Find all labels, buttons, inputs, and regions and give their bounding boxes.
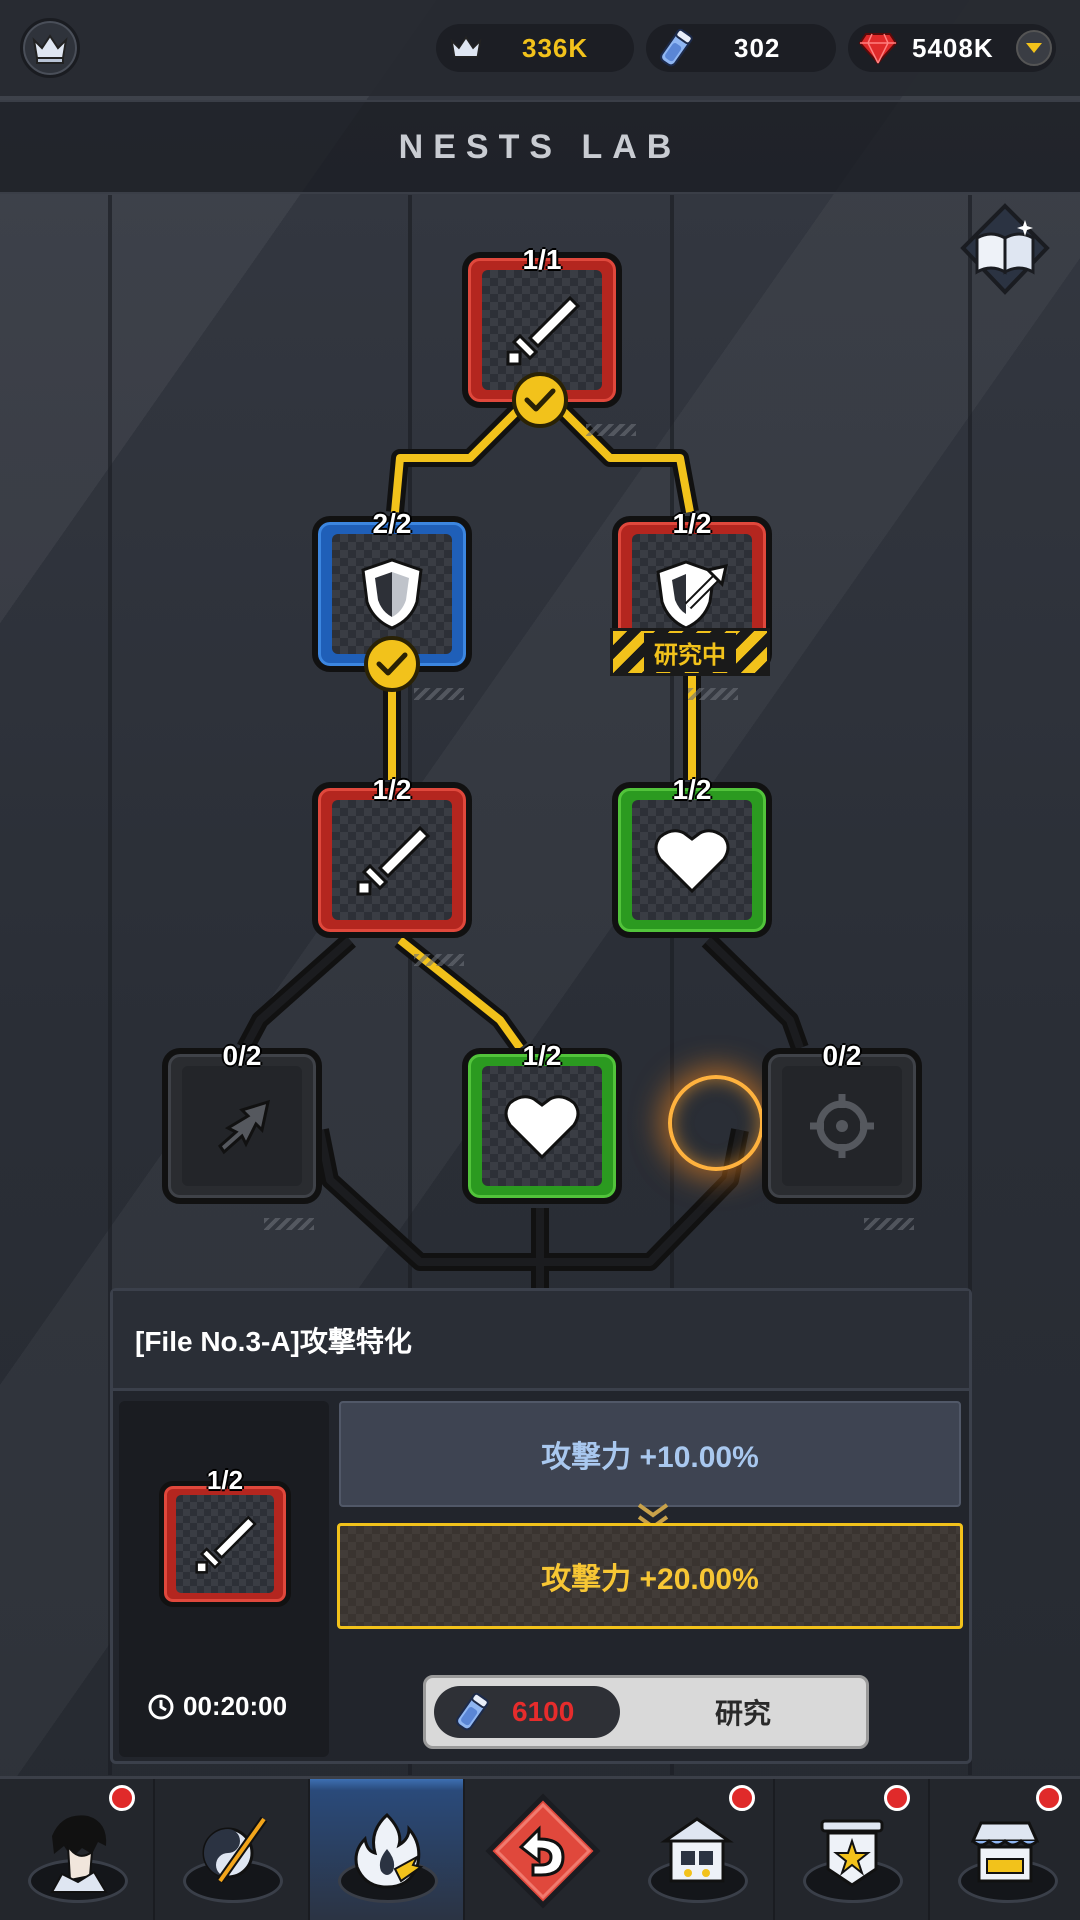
selection-glow: [668, 1075, 764, 1171]
crosshair-icon: [810, 1094, 874, 1158]
node-count: 0/2: [222, 1040, 262, 1071]
hatch-decoration: [414, 688, 464, 700]
hatch-decoration: [264, 1218, 314, 1230]
detail-title-bar: [File No.3-A]攻撃特化: [113, 1291, 969, 1391]
yin-yang-sword-icon: [202, 1816, 267, 1884]
node-count: 2/2: [372, 508, 412, 539]
tree-node[interactable]: 0/2: [162, 1040, 322, 1204]
heart-icon: [504, 1095, 580, 1160]
research-cost: 6100: [434, 1686, 620, 1738]
check-icon: [512, 372, 568, 428]
back-arrow-icon: [484, 1793, 601, 1909]
cost-value: 6100: [512, 1696, 575, 1727]
tree-node[interactable]: 1/2: [612, 774, 772, 938]
character-icon: [49, 1815, 108, 1893]
researching-label: 研究中: [644, 632, 736, 672]
notification-dot: [109, 1785, 135, 1811]
research-timer: 00:20:00: [147, 1691, 287, 1722]
shield-icon: [361, 558, 423, 630]
notification-dot: [1036, 1785, 1062, 1811]
heart-icon: [654, 829, 730, 894]
nav-building[interactable]: [620, 1779, 775, 1920]
node-count: 1/2: [372, 774, 412, 805]
shield-arrow-icon: [656, 560, 728, 630]
detail-panel: [File No.3-A]攻撃特化 1/2 00:20:00 攻撃力 +10.0…: [110, 1288, 972, 1764]
node-count: 0/2: [822, 1040, 862, 1071]
nav-skills[interactable]: [155, 1779, 310, 1920]
hatch-decoration: [864, 1218, 914, 1230]
detail-node-preview: 1/2 00:20:00: [119, 1401, 329, 1757]
clock-icon: [148, 1694, 174, 1719]
node-count: 1/2: [522, 1040, 562, 1071]
next-stat: 攻撃力 +20.00%: [337, 1523, 963, 1629]
tree-node[interactable]: 0/2: [762, 1040, 922, 1204]
sword-icon: [356, 825, 431, 896]
tree-node[interactable]: 1/2: [312, 774, 472, 938]
nav-rank[interactable]: [775, 1779, 930, 1920]
selected-node: 1/2: [159, 1465, 291, 1607]
ticket-vial-icon: [456, 1692, 489, 1731]
tree-node[interactable]: 1/2: [462, 1040, 622, 1204]
detail-title: [File No.3-A]攻撃特化: [135, 1325, 412, 1357]
node-count: 1/2: [672, 508, 712, 539]
star-badge-icon: [820, 1819, 883, 1887]
check-icon: [364, 636, 420, 692]
next-stat-value: 攻撃力 +20.00%: [541, 1563, 759, 1596]
node-count: 1/2: [206, 1465, 244, 1495]
research-label: 研究: [714, 1698, 771, 1729]
sword-icon: [195, 1515, 257, 1574]
current-stat-value: 攻撃力 +10.00%: [541, 1441, 759, 1474]
bottom-nav: [0, 1776, 1080, 1920]
node-count: 1/1: [522, 244, 562, 275]
nav-shop[interactable]: [930, 1779, 1080, 1920]
notification-dot: [729, 1785, 755, 1811]
arrow-up-right-icon: [218, 1099, 271, 1155]
hatch-decoration: [688, 688, 738, 700]
research-button[interactable]: 6100 研究: [423, 1675, 869, 1749]
shop-icon: [970, 1821, 1040, 1883]
node-count: 1/2: [672, 774, 712, 805]
notification-dot: [884, 1785, 910, 1811]
building-icon: [659, 1817, 734, 1883]
timer-value: 00:20:00: [183, 1691, 288, 1721]
sword-icon: [506, 295, 581, 366]
nav-back[interactable]: [465, 1779, 620, 1920]
researching-badge: 研究中: [610, 628, 770, 676]
hatch-decoration: [414, 954, 464, 966]
nav-lab[interactable]: [310, 1779, 465, 1920]
lab-fire-icon: [354, 1812, 423, 1889]
nav-character[interactable]: [0, 1779, 155, 1920]
hatch-decoration: [586, 424, 636, 436]
current-stat: 攻撃力 +10.00%: [339, 1401, 961, 1507]
